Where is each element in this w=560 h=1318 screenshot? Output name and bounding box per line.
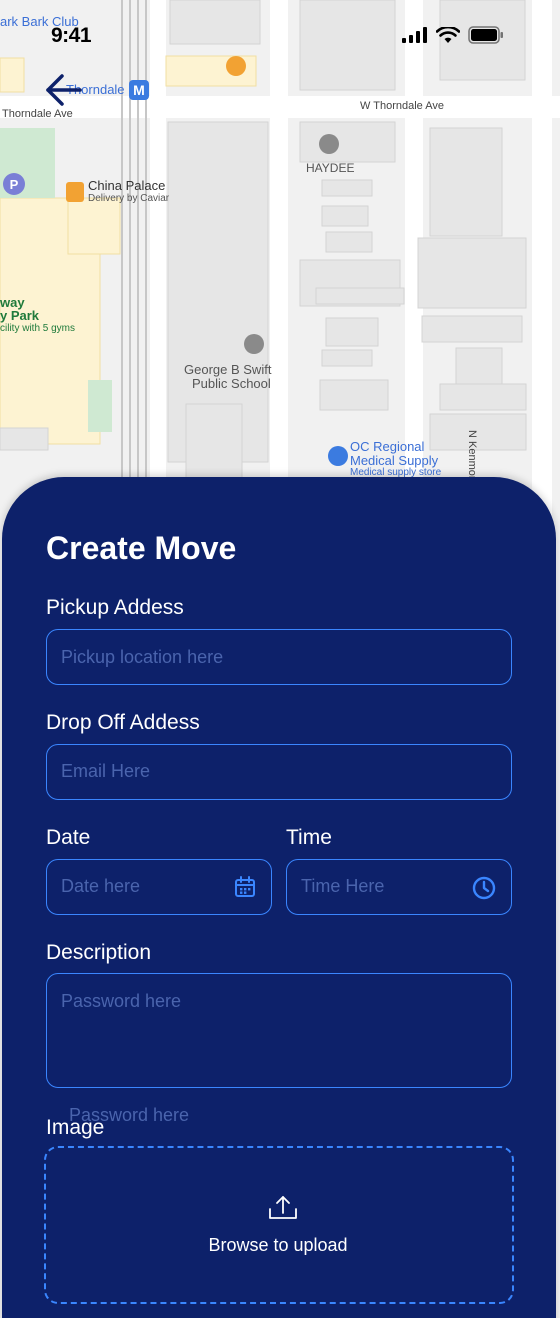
description-label: Description — [46, 941, 152, 964]
map-label-w-thorndale-ave: W Thorndale Ave — [360, 100, 444, 112]
time-input[interactable]: Time Here — [286, 859, 512, 915]
clock-icon[interactable] — [471, 875, 497, 901]
pickup-address-input[interactable]: Pickup location here — [46, 629, 512, 685]
image-label: Image — [46, 1116, 105, 1139]
map-label-oc-line2: Medical Supply — [350, 453, 439, 468]
signal-icon — [402, 27, 427, 43]
map-label-china-palace-sub: Delivery by Caviar — [88, 193, 170, 204]
pickup-label: Pickup Addess — [46, 596, 184, 619]
battery-icon — [468, 26, 503, 44]
map-label-school-line2: Public School — [192, 376, 271, 391]
pickup-placeholder: Pickup location here — [61, 647, 224, 667]
map-label-oc-line1: OC Regional — [350, 439, 425, 454]
description-textarea[interactable]: Password here — [46, 973, 512, 1088]
map-label-school-line1: George B Swift — [184, 362, 272, 377]
page-title: Create Move — [46, 530, 237, 566]
back-arrow-icon[interactable] — [42, 72, 82, 108]
map-label-park-line2: y Park — [0, 308, 40, 323]
calendar-icon[interactable] — [233, 875, 257, 899]
dropoff-address-input[interactable]: Email Here — [46, 744, 512, 800]
status-icons — [402, 26, 504, 44]
date-input[interactable]: Date here — [46, 859, 272, 915]
image-upload-dropzone[interactable] — [44, 1146, 514, 1304]
map-label-thorndale-ave: Thorndale Ave — [2, 108, 73, 120]
date-label: Date — [46, 826, 91, 849]
map-label-china-palace: China Palace — [88, 178, 166, 193]
status-time: 9:41 — [51, 24, 92, 47]
map-view[interactable]: P ark Bark Club Thorndale M Thorndale Av… — [0, 0, 560, 520]
metro-icon: M — [129, 80, 149, 100]
date-placeholder: Date here — [61, 876, 141, 896]
upload-icon — [269, 1196, 297, 1219]
map-label-haydee: HAYDEE — [306, 161, 355, 175]
time-label: Time — [286, 826, 332, 849]
map-label-park-line3: cility with 5 gyms — [0, 323, 76, 334]
dropoff-label: Drop Off Addess — [46, 711, 200, 734]
browse-upload-label[interactable]: Browse to upload — [0, 1235, 556, 1256]
wifi-icon — [436, 26, 460, 43]
description-placeholder: Password here — [61, 991, 182, 1011]
time-placeholder: Time Here — [301, 876, 385, 896]
svg-text:P: P — [10, 177, 19, 192]
dropoff-placeholder: Email Here — [61, 761, 151, 781]
